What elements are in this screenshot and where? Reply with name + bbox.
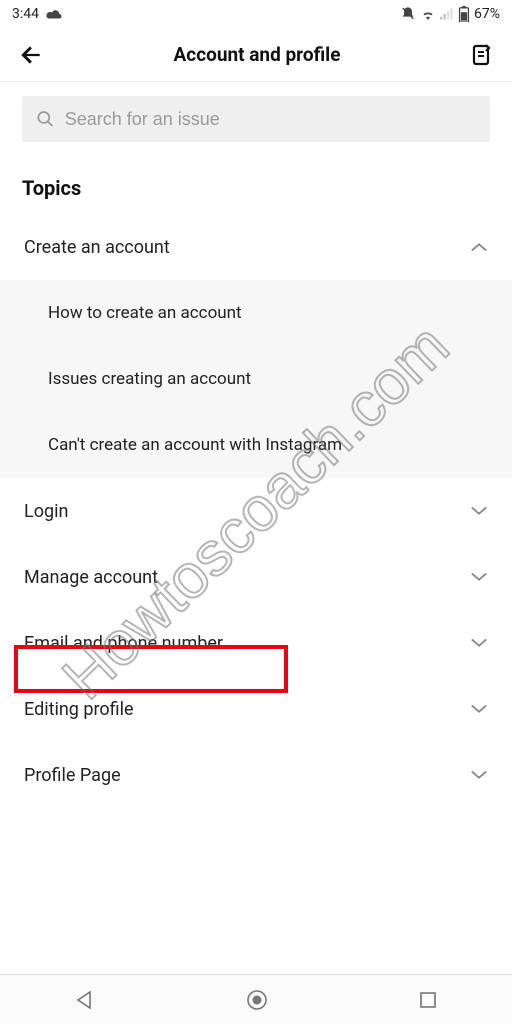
- status-time: 3:44: [12, 6, 39, 22]
- topic-label: Manage account: [24, 567, 158, 588]
- topic-editing-profile[interactable]: Editing profile: [0, 676, 512, 742]
- signal-icon: [440, 8, 454, 20]
- subitems-create-account: How to create an account Issues creating…: [0, 280, 512, 478]
- back-icon[interactable]: [18, 42, 44, 68]
- android-nav-bar: [0, 974, 512, 1024]
- status-bar: 3:44 67%: [0, 0, 512, 28]
- page-title: Account and profile: [174, 43, 341, 66]
- topic-create-account[interactable]: Create an account: [0, 214, 512, 280]
- chevron-up-icon: [470, 241, 488, 253]
- chevron-down-icon: [470, 505, 488, 517]
- header: Account and profile: [0, 28, 512, 82]
- topic-label: Profile Page: [24, 765, 121, 786]
- topic-label: Editing profile: [24, 699, 134, 720]
- chevron-down-icon: [470, 571, 488, 583]
- topics-heading: Topics: [0, 152, 512, 214]
- nav-back-icon[interactable]: [75, 990, 95, 1010]
- chevron-down-icon: [470, 769, 488, 781]
- cloud-icon: [45, 8, 63, 20]
- topic-label: Create an account: [24, 237, 170, 258]
- battery-percent: 67%: [474, 6, 500, 22]
- wifi-icon: [420, 8, 436, 20]
- topic-label: Email and phone number: [24, 633, 223, 654]
- search-box[interactable]: [22, 96, 490, 142]
- topic-label: Login: [24, 501, 68, 522]
- nav-home-icon[interactable]: [246, 989, 268, 1011]
- search-input[interactable]: [65, 109, 476, 130]
- nav-recent-icon[interactable]: [419, 991, 437, 1009]
- note-icon[interactable]: [470, 43, 494, 67]
- subitem-how-to-create[interactable]: How to create an account: [0, 280, 512, 346]
- subitem-issues-creating[interactable]: Issues creating an account: [0, 346, 512, 412]
- topic-profile-page[interactable]: Profile Page: [0, 742, 512, 808]
- mute-icon: [400, 6, 416, 22]
- chevron-down-icon: [470, 703, 488, 715]
- subitem-cant-create-instagram[interactable]: Can't create an account with Instagram: [0, 412, 512, 478]
- topic-email-phone[interactable]: Email and phone number: [0, 610, 512, 676]
- topic-manage-account[interactable]: Manage account: [0, 544, 512, 610]
- search-icon: [36, 109, 55, 129]
- chevron-down-icon: [470, 637, 488, 649]
- topic-login[interactable]: Login: [0, 478, 512, 544]
- battery-icon: [458, 6, 470, 22]
